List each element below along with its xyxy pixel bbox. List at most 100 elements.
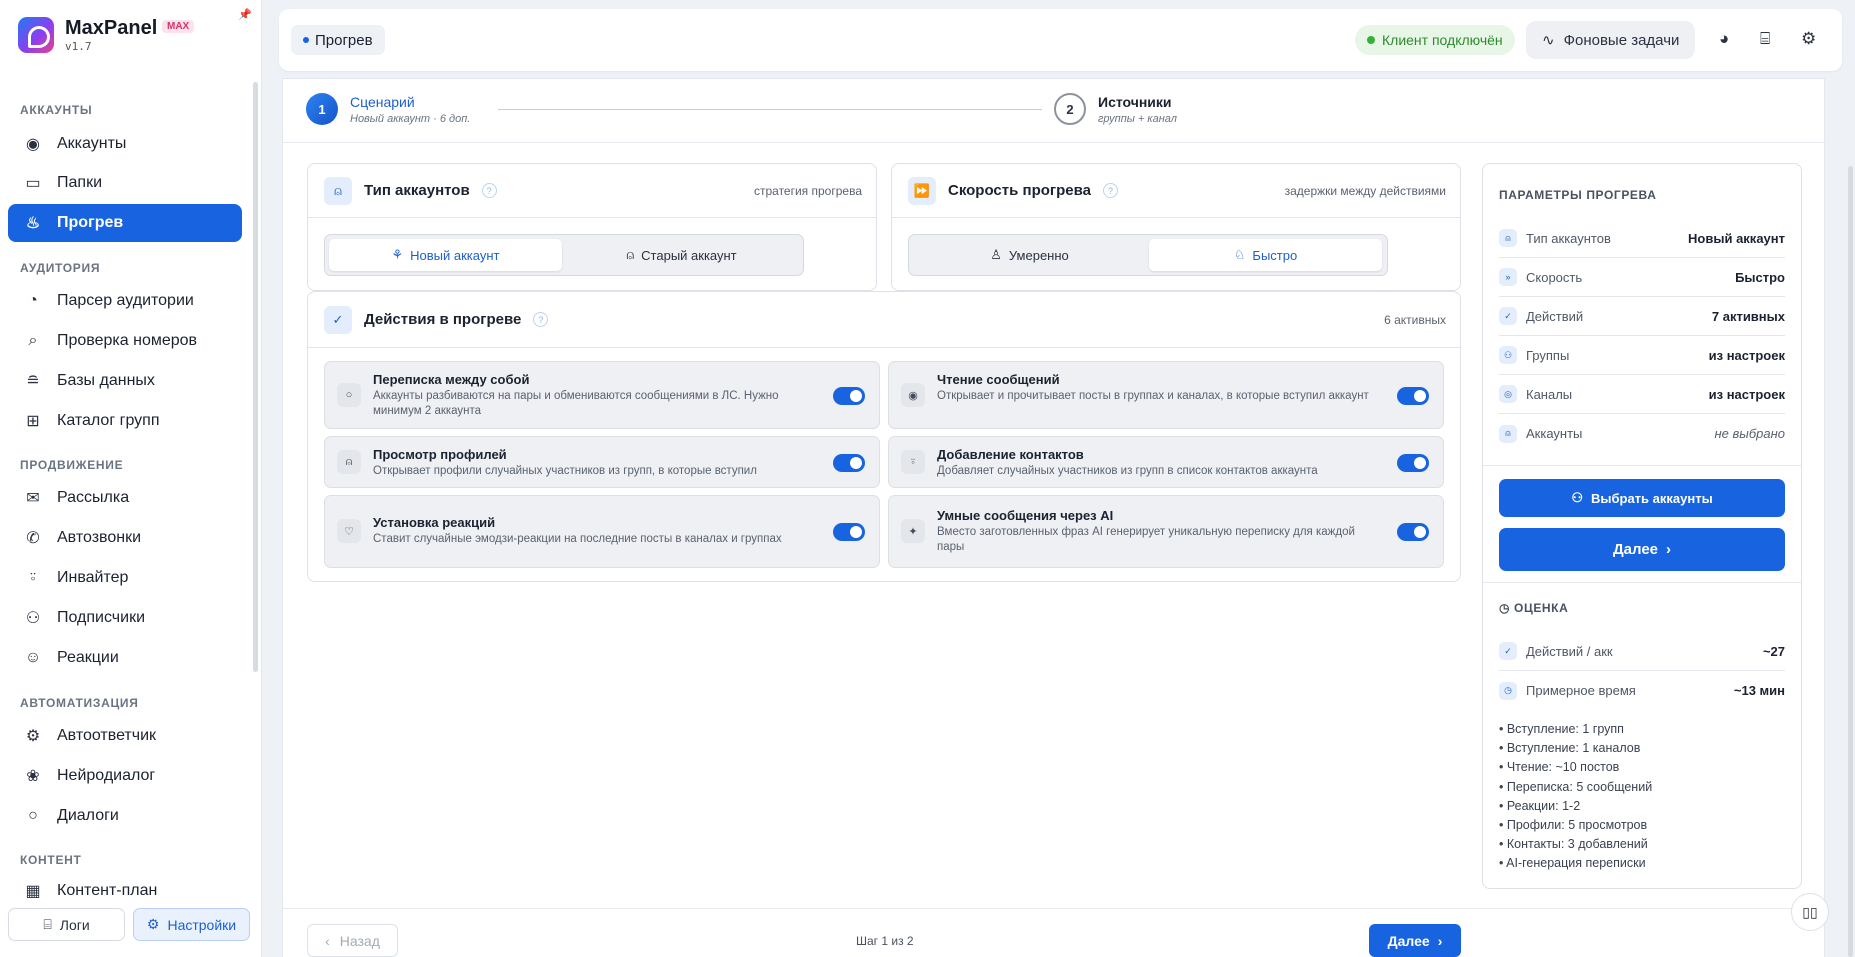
sidebar-item-folders[interactable]: ▭ Папки <box>8 164 242 202</box>
terminal-icon: ⌸ <box>43 916 52 932</box>
action-item[interactable]: ♡ Установка реакций Ставит случайные эмо… <box>324 495 880 568</box>
radio-icon: ◎ <box>1499 385 1517 403</box>
main-scrollbar[interactable] <box>1848 166 1853 957</box>
list-item: • Переписка: 5 сообщений <box>1499 779 1653 794</box>
action-item[interactable]: ○ Переписка между собой Аккаунты разбива… <box>324 361 880 429</box>
action-title: Умные сообщения через AI <box>937 508 1114 523</box>
grid-icon: ⊞ <box>26 413 40 430</box>
select-accounts-button[interactable]: ⚇ Выбрать аккаунты <box>1499 479 1785 517</box>
param-row: ✓ Действий 7 активных <box>1499 297 1785 336</box>
sidebar-item-autocalls[interactable]: ✆ Автозвонки <box>8 519 242 557</box>
book-icon[interactable]: ▯▯ <box>1791 893 1829 931</box>
user-icon: ⍝ <box>626 247 635 262</box>
fast-forward-icon: » <box>1499 268 1517 286</box>
status-dot <box>1367 36 1375 44</box>
action-toggle[interactable] <box>1397 454 1429 472</box>
gauge-icon: ◔ <box>28 292 38 309</box>
param-row: » Скорость Быстро <box>1499 258 1785 297</box>
sidebar-item-audience-parser[interactable]: ◔ Парсер аудитории <box>8 282 242 320</box>
user-icon: ⍝ <box>1499 424 1517 443</box>
settings-button[interactable]: ⚙ Настройки <box>133 908 250 941</box>
sidebar-item-number-check[interactable]: ⌕ Проверка номеров <box>8 322 242 360</box>
list-item: • Реакции: 1-2 <box>1499 798 1581 813</box>
sidebar-item-inviter[interactable]: ⍤ Инвайтер <box>8 559 242 597</box>
step-number: 2 <box>1054 93 1086 125</box>
action-toggle[interactable] <box>833 387 865 405</box>
estimate-row: ✓ Действий / акк ~27 <box>1499 632 1785 671</box>
action-toggle[interactable] <box>833 454 865 472</box>
sidebar-item-accounts[interactable]: ◉ Аккаунты <box>8 125 242 163</box>
sidebar-scrollbar[interactable] <box>253 82 258 672</box>
sidebar-item-reactions[interactable]: ☺ Реакции <box>8 639 242 677</box>
run-icon: ♘ <box>1233 247 1246 262</box>
terminal-icon[interactable]: ⌸ <box>1760 29 1770 49</box>
sidebar-item-warmup[interactable]: ♨ Прогрев <box>8 204 242 242</box>
param-row: ◎ Каналы из настроек <box>1499 375 1785 414</box>
sidebar-item-mailing[interactable]: ✉ Рассылка <box>8 479 242 517</box>
next-button[interactable]: Далее › <box>1369 924 1461 957</box>
user-circle-icon: ◉ <box>26 136 40 153</box>
action-item[interactable]: ✦ Умные сообщения через AI Вместо загото… <box>888 495 1444 568</box>
action-title: Чтение сообщений <box>937 372 1060 387</box>
step-text: Источники группы + канал <box>1098 94 1177 125</box>
gear-icon[interactable]: ⚙ <box>1801 29 1816 49</box>
help-icon[interactable]: ? <box>481 183 497 198</box>
breadcrumb: Прогрев <box>291 25 385 55</box>
sidebar-item-databases[interactable]: ≘ Базы данных <box>8 362 242 400</box>
params-title: ПАРАМЕТРЫ ПРОГРЕВА <box>1499 188 1657 202</box>
eye-icon: ◉ <box>901 383 925 407</box>
step-title: Сценарий <box>350 93 415 110</box>
plan-badge: MAX <box>162 20 195 33</box>
action-toggle[interactable] <box>1397 387 1429 405</box>
action-toggle[interactable] <box>833 523 865 541</box>
list-item: • Контакты: 3 добавлений <box>1499 837 1648 852</box>
action-description: Аккаунты разбиваются на пары и обмениваю… <box>373 390 779 417</box>
palette-icon[interactable]: ◕ <box>1719 29 1729 49</box>
step-1[interactable]: 1 Сценарий Новый аккаунт · 6 доп. <box>306 93 470 125</box>
option-old-account[interactable]: ⍝ Старый аккаунт <box>565 239 798 271</box>
option-moderate[interactable]: ♙ Умеренно <box>913 239 1146 271</box>
brain-icon: ❀ <box>26 768 40 785</box>
option-fast[interactable]: ♘ Быстро <box>1149 239 1382 271</box>
pin-icon[interactable]: 📌 <box>238 8 252 21</box>
clock-icon: ◷ <box>1499 681 1517 700</box>
action-item[interactable]: ⍝ Просмотр профилей Открывает профили сл… <box>324 436 880 488</box>
divider <box>1483 582 1801 583</box>
param-row: ⍝ Аккаунты не выбрано <box>1499 414 1785 453</box>
step-2[interactable]: 2 Источники группы + канал <box>1054 93 1177 125</box>
sidebar-item-neurodialog[interactable]: ❀ Нейродиалог <box>8 757 242 795</box>
user-icon: ⍝ <box>324 177 352 205</box>
sprout-icon: ⚘ <box>391 247 404 262</box>
sidebar-item-subscribers[interactable]: ⚇ Подписчики <box>8 599 242 637</box>
action-toggle[interactable] <box>1397 523 1429 541</box>
action-description: Вместо заготовленных фраз AI генерирует … <box>937 526 1355 553</box>
card-header: ✓ Действия в прогреве? 6 активных <box>308 292 1460 348</box>
help-icon[interactable]: ? <box>1103 183 1119 198</box>
users-icon: ⚇ <box>25 610 41 627</box>
action-item[interactable]: ⍤ Добавление контактов Добавляет случайн… <box>888 436 1444 488</box>
card-hint: задержки между действиями <box>1284 184 1446 198</box>
background-tasks-button[interactable]: ∿ Фоновые задачи <box>1526 21 1696 59</box>
logs-button[interactable]: ⌸ Логи <box>8 908 125 941</box>
footer-divider <box>282 908 1825 909</box>
actions-card: ✓ Действия в прогреве? 6 активных ○ Пере… <box>307 291 1461 582</box>
sidebar: MaxPanel MAX v1.7 📌 АККАУНТЫ ◉ Аккаунты ▭… <box>0 0 262 957</box>
estimate-title: ◷ ОЦЕНКА <box>1499 601 1569 615</box>
help-icon[interactable]: ? <box>533 312 549 327</box>
smile-icon: ☺ <box>24 649 42 666</box>
section-accounts: АККАУНТЫ <box>20 103 93 117</box>
option-new-account[interactable]: ⚘ Новый аккаунт <box>329 239 562 271</box>
action-item[interactable]: ◉ Чтение сообщений Открывает и прочитыва… <box>888 361 1444 429</box>
back-button[interactable]: ‹ Назад <box>307 924 398 957</box>
card-header: ⍝ Тип аккаунтов? стратегия прогрева <box>308 164 876 218</box>
top-bar: Прогрев Клиент подключён ∿ Фоновые задачи… <box>279 9 1842 71</box>
sidebar-item-group-catalog[interactable]: ⊞ Каталог групп <box>8 402 242 440</box>
card-hint: стратегия прогрева <box>753 184 862 198</box>
sidebar-item-dialogs[interactable]: ○ Диалоги <box>8 797 242 835</box>
sidebar-item-content-plan[interactable]: ▦ Контент-план <box>8 876 242 900</box>
section-automation: АВТОМАТИЗАЦИЯ <box>20 696 139 710</box>
sidebar-item-autoresponder[interactable]: ⚙ Автоответчик <box>8 717 242 755</box>
summary-panel: ПАРАМЕТРЫ ПРОГРЕВА ⍝ Тип аккаунтов Новый а… <box>1482 163 1802 889</box>
next-button-panel[interactable]: Далее › <box>1499 528 1785 571</box>
users-icon: ⚇ <box>1571 490 1583 505</box>
